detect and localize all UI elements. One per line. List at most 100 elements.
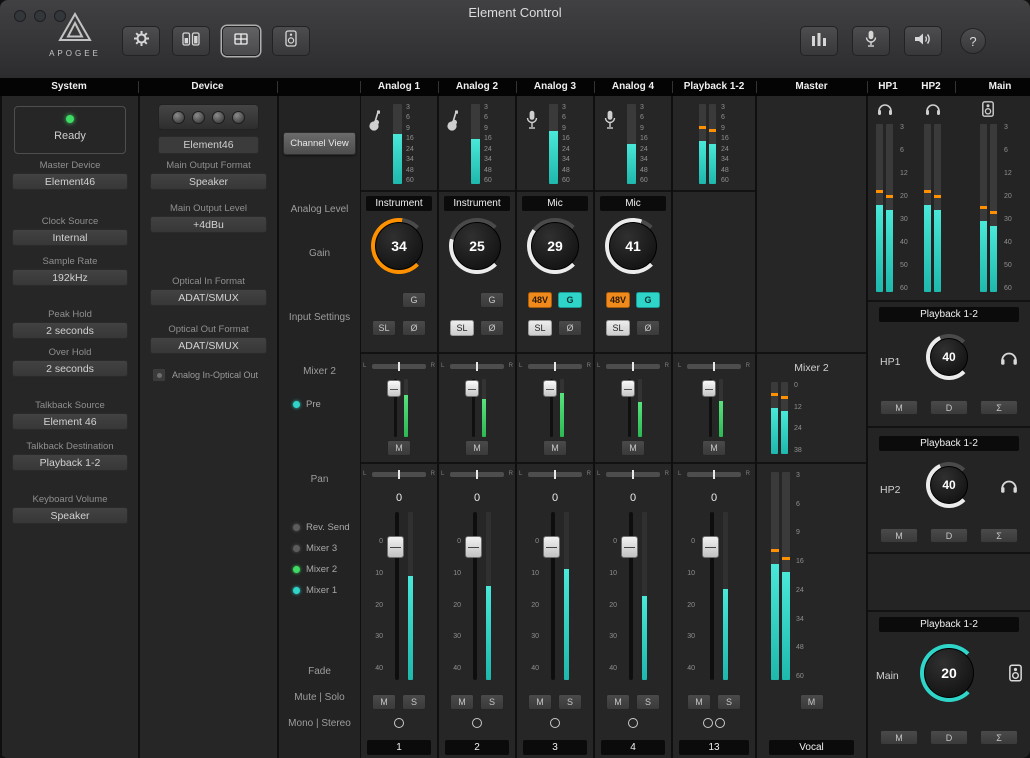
mixer-send-fader[interactable] — [673, 379, 755, 437]
gain-knob[interactable]: 25 — [449, 218, 505, 274]
mixer-view-button[interactable] — [222, 26, 260, 56]
fader-handle[interactable] — [387, 536, 404, 558]
mixer-mute-button[interactable]: M — [465, 440, 489, 456]
channel-name[interactable]: 1 — [367, 740, 431, 755]
keyboard-volume-value[interactable]: Speaker — [12, 507, 128, 524]
main-output-format-value[interactable]: Speaker — [150, 173, 267, 190]
meters-view-button[interactable] — [172, 26, 210, 56]
main-source-label[interactable]: Playback 1-2 — [879, 617, 1019, 632]
mixer-send-fader[interactable] — [361, 379, 437, 437]
mono-indicator[interactable] — [439, 718, 515, 728]
device-front-panel-image[interactable] — [158, 104, 259, 130]
channel-fader[interactable]: 010203040 — [595, 512, 671, 680]
hp1-mute-button[interactable]: M — [880, 400, 918, 415]
gain-knob[interactable]: 34 — [371, 218, 427, 274]
fader-handle[interactable] — [543, 536, 560, 558]
hp1-source-label[interactable]: Playback 1-2 — [879, 307, 1019, 322]
clock-source-value[interactable]: Internal — [12, 229, 128, 246]
channel-fader[interactable]: 010203040 — [673, 512, 755, 680]
main-sum-button[interactable]: Σ — [980, 730, 1018, 745]
solo-button[interactable]: S — [480, 694, 504, 710]
channel-name[interactable]: 13 — [679, 740, 749, 755]
mute-button[interactable]: M — [687, 694, 711, 710]
talkback-button[interactable] — [852, 26, 890, 56]
pre-toggle[interactable]: Pre — [293, 399, 321, 410]
mixer-send-fader[interactable] — [595, 379, 671, 437]
fader-handle[interactable] — [702, 380, 716, 397]
hp2-volume-knob[interactable]: 40 — [926, 462, 972, 508]
channel-fader[interactable]: 010203040 — [439, 512, 515, 680]
channel-name[interactable]: 3 — [523, 740, 587, 755]
main-output-level-value[interactable]: +4dBu — [150, 216, 267, 233]
mixer-mute-button[interactable]: M — [543, 440, 567, 456]
main-dim-button[interactable]: D — [930, 730, 968, 745]
master-name[interactable]: Vocal — [769, 740, 854, 755]
mono-indicator[interactable] — [595, 718, 671, 728]
metering-button[interactable] — [800, 26, 838, 56]
main-mute-button[interactable]: M — [880, 730, 918, 745]
mixer3-radio[interactable]: Mixer 3 — [293, 543, 337, 554]
mono-indicator[interactable] — [517, 718, 593, 728]
device-name[interactable]: Element46 — [158, 136, 259, 154]
pan-slider[interactable]: L R — [687, 472, 741, 477]
main-volume-knob[interactable]: 20 — [920, 644, 978, 702]
mixer2-radio[interactable]: Mixer 2 — [293, 564, 337, 575]
mixer-pan-slider[interactable]: L R — [372, 364, 426, 369]
polarity-button[interactable]: Ø — [402, 320, 426, 336]
pan-slider[interactable]: L R — [606, 472, 660, 477]
mute-button[interactable]: M — [372, 694, 396, 710]
group-button[interactable]: G — [402, 292, 426, 308]
settings-button[interactable] — [122, 26, 160, 56]
gain-knob[interactable]: 29 — [527, 218, 583, 274]
solo-button[interactable]: S — [636, 694, 660, 710]
device-view-button[interactable] — [272, 26, 310, 56]
help-button[interactable]: ? — [960, 28, 986, 54]
channel-name[interactable]: 4 — [601, 740, 665, 755]
polarity-button[interactable]: Ø — [480, 320, 504, 336]
hp1-sum-button[interactable]: Σ — [980, 400, 1018, 415]
talkback-destination-value[interactable]: Playback 1-2 — [12, 454, 128, 471]
mixer-mute-button[interactable]: M — [387, 440, 411, 456]
hp2-mute-button[interactable]: M — [880, 528, 918, 543]
peak-hold-value[interactable]: 2 seconds — [12, 322, 128, 339]
group-button[interactable]: G — [636, 292, 660, 308]
mixer-pan-slider[interactable]: L R — [450, 364, 504, 369]
polarity-button[interactable]: Ø — [558, 320, 582, 336]
group-button[interactable]: G — [480, 292, 504, 308]
phantom-power-button[interactable]: 48V — [606, 292, 630, 308]
channel-name[interactable]: 2 — [445, 740, 509, 755]
pan-slider[interactable]: L R — [528, 472, 582, 477]
mute-button[interactable]: M — [606, 694, 630, 710]
input-type-label[interactable]: Mic — [522, 196, 588, 211]
hp1-volume-knob[interactable]: 40 — [926, 334, 972, 380]
phantom-power-button[interactable]: 48V — [528, 292, 552, 308]
solo-button[interactable]: S — [402, 694, 426, 710]
soft-limit-button[interactable]: SL — [606, 320, 630, 336]
mixer-send-fader[interactable] — [439, 379, 515, 437]
master-device-value[interactable]: Element46 — [12, 173, 128, 190]
over-hold-value[interactable]: 2 seconds — [12, 360, 128, 377]
soft-limit-button[interactable]: SL — [372, 320, 396, 336]
solo-button[interactable]: S — [717, 694, 741, 710]
soft-limit-button[interactable]: SL — [450, 320, 474, 336]
group-button[interactable]: G — [558, 292, 582, 308]
pan-slider[interactable]: L R — [450, 472, 504, 477]
gain-knob[interactable]: 41 — [605, 218, 661, 274]
polarity-button[interactable]: Ø — [636, 320, 660, 336]
fader-handle[interactable] — [387, 380, 401, 397]
mute-button[interactable]: M — [800, 694, 824, 710]
soft-limit-button[interactable]: SL — [528, 320, 552, 336]
talkback-source-value[interactable]: Element 46 — [12, 413, 128, 430]
analog-in-optical-out-toggle[interactable]: Analog In-Optical Out — [152, 368, 273, 382]
input-type-label[interactable]: Mic — [600, 196, 666, 211]
optical-in-format-value[interactable]: ADAT/SMUX — [150, 289, 267, 306]
fader-handle[interactable] — [543, 380, 557, 397]
mixer-mute-button[interactable]: M — [702, 440, 726, 456]
mute-button[interactable]: M — [528, 694, 552, 710]
channel-view-button[interactable]: Channel View — [283, 132, 356, 155]
fader-handle[interactable] — [621, 380, 635, 397]
fader-handle[interactable] — [465, 380, 479, 397]
mixer1-radio[interactable]: Mixer 1 — [293, 585, 337, 596]
sample-rate-value[interactable]: 192kHz — [12, 269, 128, 286]
mono-indicator[interactable] — [361, 718, 437, 728]
